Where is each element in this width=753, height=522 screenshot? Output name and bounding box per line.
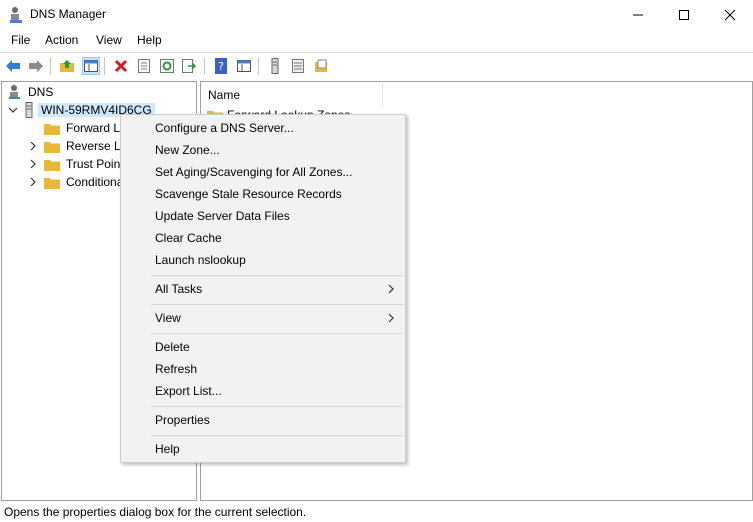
back-icon [6,60,20,72]
tree-item-dns[interactable]: DNS [8,83,53,101]
dns-server-button[interactable] [266,57,284,75]
menu-item-scavenge-stale-records[interactable]: Scavenge Stale Resource Records [155,187,342,201]
menu-view[interactable]: View [96,33,122,47]
title-bar: DNS Manager [0,0,753,30]
tree-item-label: Trust Point [66,157,124,171]
back-button[interactable] [4,57,22,75]
forward-icon [29,60,43,72]
delete-icon [114,59,128,73]
folder-icon [44,177,60,189]
chevron-down-icon [8,107,18,113]
menu-item-update-server-data-files[interactable]: Update Server Data Files [155,209,290,223]
column-header-name[interactable]: Name [201,82,383,106]
toolbar: ? [0,52,753,80]
refresh-icon [160,59,174,73]
dns-manager-icon [8,6,24,24]
export-list-button[interactable] [180,57,198,75]
zone-list-button[interactable] [289,57,307,75]
new-zone-icon [315,59,327,72]
folder-icon [44,123,60,135]
menu-item-view[interactable]: View [155,311,181,325]
menu-file[interactable]: File [11,33,30,47]
menu-help[interactable]: Help [137,33,162,47]
submenu-arrow-icon [388,313,394,323]
menu-item-set-aging-scavenging[interactable]: Set Aging/Scavenging for All Zones... [155,165,352,179]
show-hide-tree-button[interactable] [82,57,100,75]
refresh-button[interactable] [158,57,176,75]
show-hide-tree-icon [84,60,98,72]
menu-item-refresh[interactable]: Refresh [155,362,197,376]
context-menu: Configure a DNS Server... New Zone... Se… [120,114,406,463]
window-title: DNS Manager [30,7,107,21]
toolbar-separator [204,57,205,75]
column-header-label: Name [208,88,241,102]
status-text: Opens the properties dialog box for the … [4,505,307,519]
new-zone-button[interactable] [312,57,330,75]
tree-item-label: Forward Lo [66,121,127,135]
close-icon [724,9,736,21]
help-button[interactable]: ? [212,57,230,75]
chevron-right-icon [30,177,36,187]
minimize-button[interactable] [615,0,661,30]
dns-root-icon [9,85,20,99]
maximize-button[interactable] [661,0,707,30]
folder-icon [44,159,60,171]
menu-item-all-tasks[interactable]: All Tasks [155,282,202,296]
menu-item-launch-nslookup[interactable]: Launch nslookup [155,253,246,267]
tree-item-reverse-lookup[interactable]: Reverse Lo [28,137,127,155]
close-button[interactable] [707,0,753,30]
properties-button[interactable] [135,57,153,75]
show-console-tree-icon [237,60,251,72]
properties-icon [138,59,150,73]
toolbar-separator [50,57,51,75]
menu-action[interactable]: Action [45,33,78,47]
submenu-arrow-icon [388,284,394,294]
svg-text:?: ? [218,60,224,73]
tree-item-trust-points[interactable]: Trust Point [28,155,124,173]
menu-item-clear-cache[interactable]: Clear Cache [155,231,222,245]
chevron-right-icon [30,141,36,151]
menu-separator [151,275,403,276]
menu-separator [151,304,403,305]
minimize-icon [633,14,643,16]
menu-item-configure-dns-server[interactable]: Configure a DNS Server... [155,121,294,135]
tree-item-conditional-forwarders[interactable]: Conditional [28,173,126,191]
forward-button[interactable] [27,57,45,75]
tree-item-forward-lookup[interactable]: Forward Lo [44,119,127,137]
menu-separator [151,435,403,436]
dns-server-icon [271,58,279,74]
tree-item-label: Reverse Lo [66,139,128,153]
up-folder-button[interactable] [58,57,76,75]
status-bar: Opens the properties dialog box for the … [0,505,753,522]
up-folder-icon [60,60,74,72]
show-console-tree-button[interactable] [235,57,253,75]
help-icon: ? [215,58,227,74]
menu-item-help[interactable]: Help [155,442,180,456]
menu-item-export-list[interactable]: Export List... [155,384,222,398]
menu-item-properties[interactable]: Properties [155,413,210,427]
toolbar-separator [258,57,259,75]
menu-item-delete[interactable]: Delete [155,340,190,354]
menu-item-new-zone[interactable]: New Zone... [155,143,220,157]
delete-button[interactable] [112,57,130,75]
toolbar-separator [104,57,105,75]
menu-bar: File Action View Help [0,30,753,52]
chevron-right-icon [30,159,36,169]
export-list-icon [182,59,196,73]
tree-item-label: DNS [28,85,54,99]
menu-separator [151,406,403,407]
menu-separator [151,333,403,334]
folder-icon [44,141,60,153]
tree-item-label: Conditional [66,175,127,189]
dns-server-icon [25,102,33,118]
zone-list-icon [292,59,304,73]
maximize-icon [679,10,689,20]
